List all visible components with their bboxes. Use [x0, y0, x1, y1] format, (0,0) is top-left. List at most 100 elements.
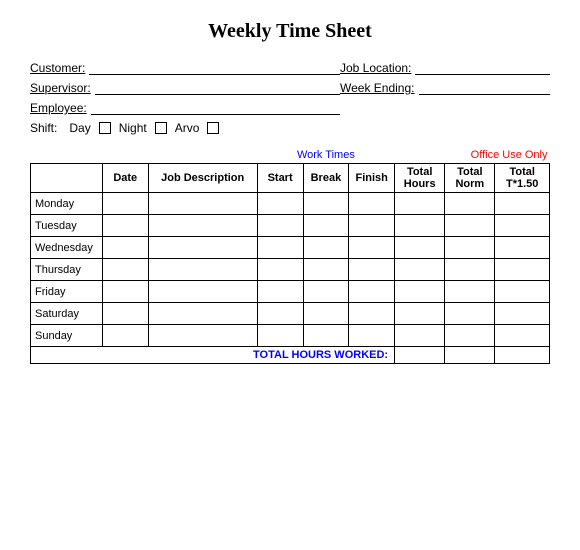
- header-date: Date: [102, 164, 148, 193]
- data-cell[interactable]: [148, 281, 257, 303]
- section-office-use: Office Use Only: [395, 147, 550, 164]
- day-cell: Thursday: [31, 259, 103, 281]
- data-cell[interactable]: [349, 303, 395, 325]
- total-t-val[interactable]: [495, 347, 550, 364]
- data-cell[interactable]: [303, 215, 349, 237]
- data-cell[interactable]: [395, 281, 445, 303]
- data-cell[interactable]: [257, 281, 303, 303]
- data-cell[interactable]: [148, 193, 257, 215]
- data-cell[interactable]: [445, 303, 495, 325]
- header-total-norm: Total Norm: [445, 164, 495, 193]
- data-cell[interactable]: [495, 193, 550, 215]
- customer-label: Customer:: [30, 61, 85, 75]
- section-work-times: Work Times: [257, 147, 394, 164]
- data-cell[interactable]: [257, 303, 303, 325]
- day-cell: Saturday: [31, 303, 103, 325]
- data-cell[interactable]: [349, 193, 395, 215]
- header-day: [31, 164, 103, 193]
- data-cell[interactable]: [257, 215, 303, 237]
- data-cell[interactable]: [257, 325, 303, 347]
- data-cell[interactable]: [445, 259, 495, 281]
- data-cell[interactable]: [148, 325, 257, 347]
- data-cell[interactable]: [395, 193, 445, 215]
- day-cell: Wednesday: [31, 237, 103, 259]
- data-cell[interactable]: [349, 215, 395, 237]
- data-cell[interactable]: [148, 303, 257, 325]
- data-cell[interactable]: [349, 281, 395, 303]
- shift-arvo-label: Arvo: [175, 121, 200, 135]
- data-cell[interactable]: [102, 193, 148, 215]
- data-cell[interactable]: [395, 215, 445, 237]
- data-cell[interactable]: [257, 237, 303, 259]
- data-cell[interactable]: [349, 259, 395, 281]
- total-norm-val[interactable]: [445, 347, 495, 364]
- header-total-hours: Total Hours: [395, 164, 445, 193]
- data-cell[interactable]: [102, 237, 148, 259]
- data-cell[interactable]: [445, 325, 495, 347]
- shift-arvo-checkbox[interactable]: [207, 122, 219, 134]
- header-finish: Finish: [349, 164, 395, 193]
- data-cell[interactable]: [102, 325, 148, 347]
- job-location-line: [415, 61, 550, 75]
- data-cell[interactable]: [102, 259, 148, 281]
- data-cell[interactable]: [349, 325, 395, 347]
- page-title: Weekly Time Sheet: [30, 20, 550, 43]
- data-cell[interactable]: [445, 281, 495, 303]
- data-cell[interactable]: [395, 303, 445, 325]
- data-cell[interactable]: [495, 237, 550, 259]
- column-headers: Date Job Description Start Break Finish …: [31, 164, 550, 193]
- data-cell[interactable]: [148, 215, 257, 237]
- table-row: Monday: [31, 193, 550, 215]
- data-cell[interactable]: [303, 259, 349, 281]
- data-cell[interactable]: [257, 259, 303, 281]
- data-cell[interactable]: [257, 193, 303, 215]
- data-cell[interactable]: [148, 259, 257, 281]
- shift-day-checkbox[interactable]: [99, 122, 111, 134]
- table-row: Wednesday: [31, 237, 550, 259]
- data-cell[interactable]: [303, 281, 349, 303]
- data-cell[interactable]: [102, 215, 148, 237]
- data-cell[interactable]: [102, 281, 148, 303]
- shift-day-label: Day: [69, 121, 90, 135]
- data-cell[interactable]: [303, 237, 349, 259]
- table-row: Tuesday: [31, 215, 550, 237]
- data-cell[interactable]: [395, 325, 445, 347]
- data-cell[interactable]: [303, 325, 349, 347]
- data-cell[interactable]: [349, 237, 395, 259]
- day-cell: Monday: [31, 193, 103, 215]
- data-cell[interactable]: [395, 259, 445, 281]
- data-cell[interactable]: [303, 193, 349, 215]
- week-ending-line: [419, 81, 551, 95]
- shift-night-checkbox[interactable]: [155, 122, 167, 134]
- data-cell[interactable]: [495, 259, 550, 281]
- data-cell[interactable]: [495, 303, 550, 325]
- data-cell[interactable]: [303, 303, 349, 325]
- data-cell[interactable]: [495, 215, 550, 237]
- shift-night-label: Night: [119, 121, 147, 135]
- data-cell[interactable]: [445, 215, 495, 237]
- total-hours-label: TOTAL HOURS WORKED:: [31, 347, 395, 364]
- customer-line: [89, 61, 340, 75]
- day-cell: Friday: [31, 281, 103, 303]
- data-cell[interactable]: [445, 237, 495, 259]
- week-ending-label: Week Ending:: [340, 81, 415, 95]
- header-jobdesc: Job Description: [148, 164, 257, 193]
- data-cell[interactable]: [102, 303, 148, 325]
- supervisor-label: Supervisor:: [30, 81, 91, 95]
- section-empty: [31, 147, 258, 164]
- data-cell[interactable]: [495, 325, 550, 347]
- data-cell[interactable]: [445, 193, 495, 215]
- timesheet-table: Work Times Office Use Only Date Job Desc…: [30, 147, 550, 364]
- data-cell[interactable]: [495, 281, 550, 303]
- data-cell[interactable]: [148, 237, 257, 259]
- day-cell: Sunday: [31, 325, 103, 347]
- table-row: Thursday: [31, 259, 550, 281]
- data-cell[interactable]: [395, 237, 445, 259]
- total-hours-val[interactable]: [395, 347, 445, 364]
- day-cell: Tuesday: [31, 215, 103, 237]
- total-row: TOTAL HOURS WORKED:: [31, 347, 550, 364]
- employee-line: [91, 101, 340, 115]
- employee-label: Employee:: [30, 101, 87, 115]
- supervisor-line: [95, 81, 340, 95]
- table-row: Sunday: [31, 325, 550, 347]
